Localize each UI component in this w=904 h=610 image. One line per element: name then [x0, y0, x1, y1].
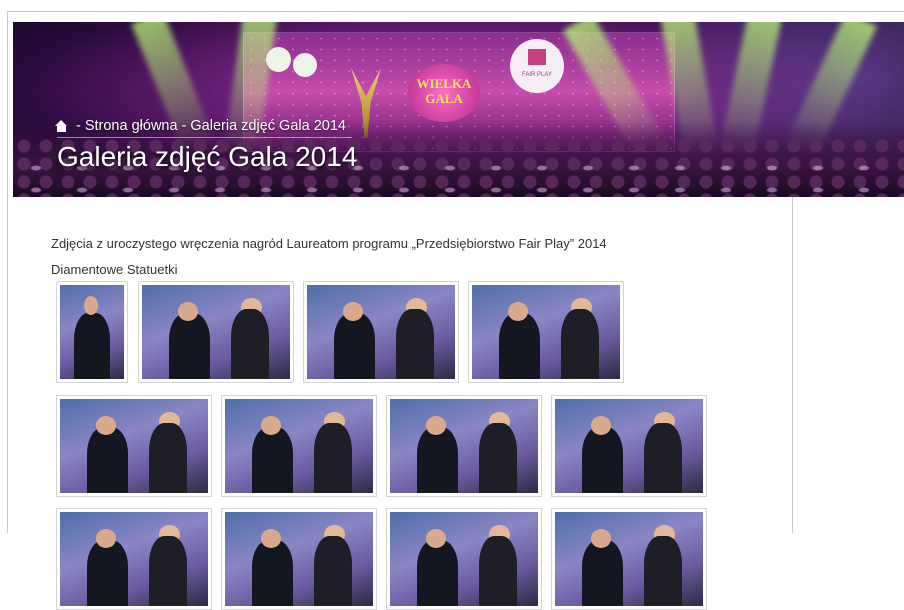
page-title: Galeria zdjęć Gala 2014: [57, 141, 358, 172]
gallery-intro: Zdjęcia z uroczystego wręczenia nagród L…: [51, 236, 607, 251]
section-title: Diamentowe Statuetki: [51, 262, 178, 277]
breadcrumb-underline: [57, 137, 352, 138]
fair-play-logo: FAIR PLAY: [510, 39, 564, 93]
gallery-thumbnail[interactable]: [56, 508, 212, 610]
sidebar-divider: [792, 197, 793, 533]
gallery-thumbnail[interactable]: [221, 508, 377, 610]
gallery-thumbnail[interactable]: [551, 395, 707, 497]
breadcrumb-current: Galeria zdjęć Gala 2014: [190, 118, 346, 134]
breadcrumb-separator: -: [76, 118, 81, 134]
gallery-thumbnail[interactable]: [303, 281, 459, 383]
breadcrumb-home-link[interactable]: Strona główna: [85, 118, 178, 134]
breadcrumb-separator: -: [181, 118, 187, 134]
gallery-thumbnail[interactable]: [56, 281, 128, 383]
gallery-thumbnail[interactable]: [386, 508, 542, 610]
gallery-thumbnail[interactable]: [221, 395, 377, 497]
gala-sign: WIELKA GALA: [408, 64, 480, 122]
gallery-thumbnail[interactable]: [551, 508, 707, 610]
gallery-thumbnail[interactable]: [138, 281, 294, 383]
sponsor-logo: [266, 47, 291, 72]
home-icon[interactable]: [55, 120, 68, 132]
gallery-thumbnail[interactable]: [386, 395, 542, 497]
sponsor-logo: [293, 53, 317, 77]
breadcrumb: - Strona główna - Galeria zdjęć Gala 201…: [55, 118, 346, 134]
gallery-thumbnail[interactable]: [56, 395, 212, 497]
gallery-thumbnail[interactable]: [468, 281, 624, 383]
